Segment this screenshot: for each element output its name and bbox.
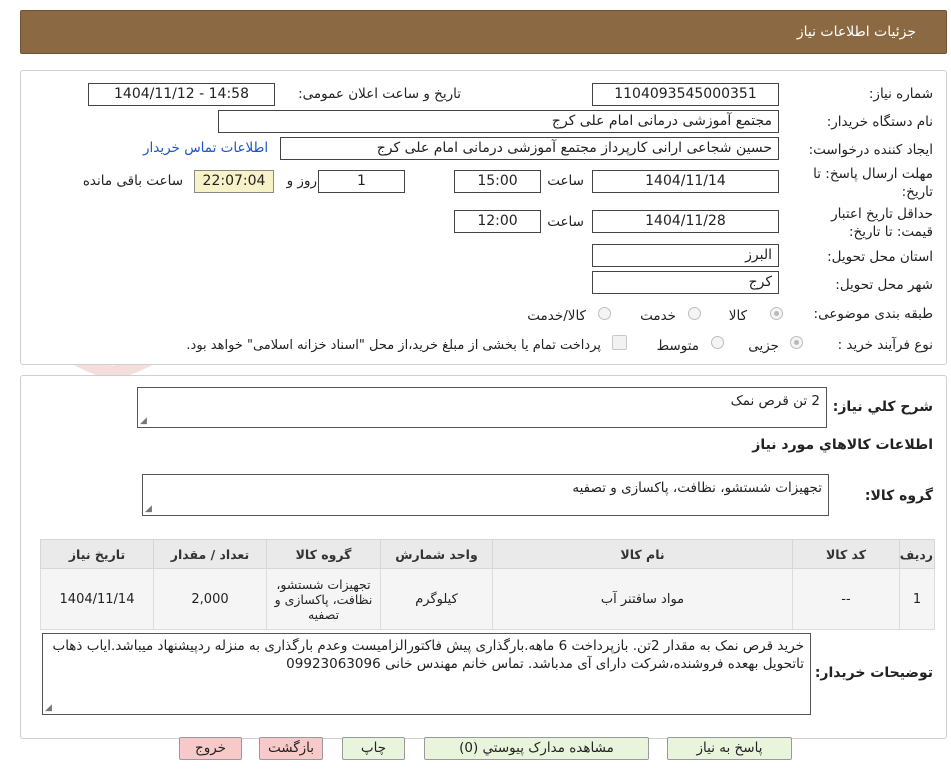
- category-service-radio[interactable]: [688, 307, 701, 320]
- category-both-radio[interactable]: [598, 307, 611, 320]
- category-both-label: کالا/خدمت: [527, 308, 586, 324]
- deadline-time-label: ساعت: [547, 173, 584, 189]
- deadline-label: مهلت ارسال پاسخ: تا: [813, 166, 933, 182]
- table-row: 1 -- مواد سافتنر آب کیلوگرم تجهیزات شستش…: [40, 568, 935, 630]
- requester-label: ایجاد کننده درخواست:: [808, 142, 933, 158]
- resize-grip-icon[interactable]: ◢: [140, 417, 147, 426]
- province-label: استان محل تحویل:: [827, 249, 933, 265]
- view-attachments-button[interactable]: مشاهده مدارک پیوستي (0): [424, 737, 649, 760]
- items-table: ردیف کد کالا نام کالا واحد شمارش گروه کا…: [40, 539, 935, 630]
- items-table-wrap: ردیف کد کالا نام کالا واحد شمارش گروه کا…: [40, 539, 935, 630]
- validity-time-label: ساعت: [547, 214, 584, 230]
- reply-button[interactable]: پاسخ به نیاز: [667, 737, 792, 760]
- need-number-label: شماره نیاز:: [868, 86, 933, 102]
- resize-grip-icon[interactable]: ◢: [45, 704, 52, 713]
- item-name-cell: مواد سافتنر آب: [492, 568, 793, 630]
- announce-label: تاریخ و ساعت اعلان عمومی:: [298, 86, 461, 102]
- goods-group-field: تجهیزات شستشو، نظافت، پاکسازی و تصفیه ◢: [142, 474, 829, 516]
- col-header: تعداد / مقدار: [153, 539, 267, 569]
- group-cell: تجهیزات شستشو، نظافت، پاکسازی و تصفیه: [266, 568, 381, 630]
- buyer-notes-label: توضیحات خریدار:: [814, 665, 933, 681]
- col-header: گروه کالا: [266, 539, 381, 569]
- col-header: نام کالا: [492, 539, 793, 569]
- province-field: البرز: [592, 244, 779, 267]
- buyer-org-label: نام دستگاه خریدار:: [826, 114, 933, 130]
- category-goods-radio[interactable]: [770, 307, 783, 320]
- announce-field: 1404/11/12 - 14:58: [88, 83, 275, 106]
- days-label: روز و: [286, 173, 317, 189]
- item-code-cell: --: [792, 568, 900, 630]
- page-header: جزئيات اطلاعات نیاز: [20, 10, 947, 54]
- remaining-label: ساعت باقی مانده: [82, 173, 183, 189]
- deadline-label-2: تاریخ:: [901, 184, 933, 200]
- process-medium-radio[interactable]: [711, 336, 724, 349]
- unit-cell: کیلوگرم: [380, 568, 493, 630]
- page-title: جزئيات اطلاعات نیاز: [796, 24, 916, 40]
- general-desc-label: شرح کلي نياز:: [832, 399, 933, 415]
- category-label: طبقه بندی موضوعی:: [813, 306, 933, 322]
- quantity-cell: 2,000: [153, 568, 267, 630]
- validity-time-field: 12:00: [454, 210, 541, 233]
- back-button[interactable]: بازگشت: [259, 737, 323, 760]
- validity-label: حداقل تاریخ اعتبار: [831, 206, 933, 222]
- process-medium-label: متوسط: [656, 338, 699, 354]
- deadline-date-field: 1404/11/14: [592, 170, 779, 193]
- col-header: کد کالا: [792, 539, 900, 569]
- validity-date-field: 1404/11/28: [592, 210, 779, 233]
- table-header-row: ردیف کد کالا نام کالا واحد شمارش گروه کا…: [40, 539, 935, 569]
- goods-group-label: گروه کالا:: [864, 488, 933, 504]
- general-desc-text: 2 تن قرص نمک: [730, 393, 820, 409]
- deadline-time-field: 15:00: [454, 170, 541, 193]
- buyer-notes-text: خرید قرص نمک به مقدار 2تن. بازپرداخت 6 م…: [52, 638, 804, 672]
- exit-button[interactable]: خروج: [179, 737, 242, 760]
- goods-group-text: تجهیزات شستشو، نظافت، پاکسازی و تصفیه: [572, 480, 822, 496]
- col-header: واحد شمارش: [380, 539, 493, 569]
- row-index-cell: 1: [899, 568, 935, 630]
- category-service-label: خدمت: [640, 308, 676, 324]
- process-label: نوع فرآیند خرید :: [837, 337, 933, 353]
- validity-label-2: قیمت: تا تاریخ:: [849, 224, 933, 240]
- goods-info-title: اطلاعات کالاهاي مورد نياز: [752, 437, 933, 453]
- days-field: 1: [318, 170, 405, 193]
- process-minor-label: جزیی: [748, 338, 779, 354]
- city-label: شهر محل تحویل:: [835, 277, 933, 293]
- city-field: کرج: [592, 271, 779, 294]
- need-date-cell: 1404/11/14: [40, 568, 154, 630]
- buyer-org-field: مجتمع آموزشی درمانی امام علی کرج: [218, 110, 779, 133]
- col-header: ردیف: [899, 539, 935, 569]
- need-number-field: 1104093545000351: [592, 83, 779, 106]
- col-header: تاریخ نیاز: [40, 539, 154, 569]
- requester-field: حسین شجاعی ارانی کارپرداز مجتمع آموزشی د…: [280, 137, 779, 160]
- category-goods-label: کالا: [728, 308, 747, 324]
- resize-grip-icon[interactable]: ◢: [145, 505, 152, 514]
- process-minor-radio[interactable]: [790, 336, 803, 349]
- buyer-contact-link[interactable]: اطلاعات تماس خریدار: [143, 140, 268, 156]
- print-button[interactable]: چاپ: [342, 737, 405, 760]
- treasury-payment-checkbox[interactable]: [612, 335, 627, 350]
- buyer-notes-field: خرید قرص نمک به مقدار 2تن. بازپرداخت 6 م…: [42, 633, 811, 715]
- general-desc-field: 2 تن قرص نمک ◢: [137, 387, 827, 428]
- payment-note: پرداخت تمام یا بخشی از مبلغ خرید،از محل …: [186, 338, 601, 353]
- remaining-time-field: 22:07:04: [194, 170, 274, 193]
